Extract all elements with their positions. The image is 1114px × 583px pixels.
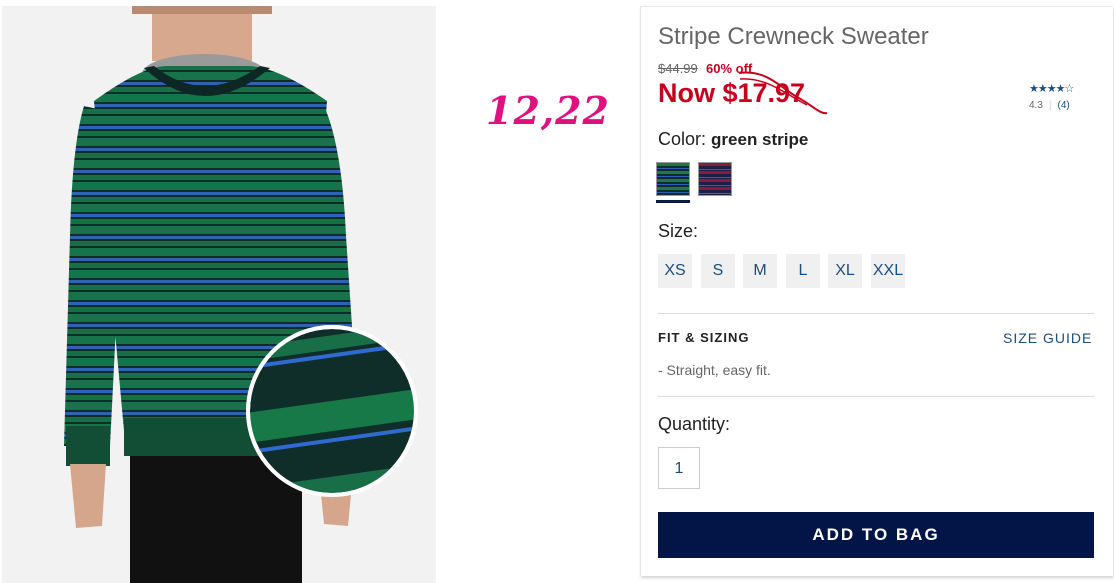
size-option-m[interactable]: M	[743, 254, 777, 288]
color-label-row: Color: green stripe	[658, 129, 808, 150]
size-option-l[interactable]: L	[786, 254, 820, 288]
fit-sizing-heading: FIT & SIZING	[658, 330, 750, 345]
product-image[interactable]	[2, 6, 436, 583]
rating-separator: |	[1048, 100, 1052, 111]
rating-summary[interactable]: 4.3 | (4)	[1029, 100, 1070, 111]
rating-stars-icon[interactable]: ★★★★☆	[1029, 82, 1074, 95]
size-option-s[interactable]: S	[701, 254, 735, 288]
add-to-bag-button[interactable]: ADD TO BAG	[658, 512, 1094, 558]
sweater-illustration	[64, 6, 418, 583]
divider	[658, 313, 1094, 314]
selected-color: green stripe	[711, 130, 809, 149]
swatch-green-stripe[interactable]	[656, 162, 690, 196]
quantity-label: Quantity:	[658, 414, 731, 434]
size-label: Size:	[658, 221, 699, 241]
divider	[658, 396, 1094, 397]
fit-description: - Straight, easy fit.	[658, 362, 771, 378]
original-price: $44.99	[658, 61, 698, 76]
rating-value: 4.3	[1029, 100, 1043, 111]
quantity-input[interactable]: 1	[658, 447, 700, 489]
selected-swatch-indicator	[656, 200, 690, 203]
review-count-link[interactable]: (4)	[1058, 100, 1070, 111]
size-option-xl[interactable]: XL	[828, 254, 862, 288]
product-title: Stripe Crewneck Sweater	[658, 23, 929, 50]
price-scribble-mark	[738, 71, 828, 115]
swatch-red-stripe[interactable]	[698, 162, 732, 196]
product-info-panel: Stripe Crewneck Sweater $44.99 60% off N…	[640, 6, 1113, 576]
size-guide-link[interactable]: SIZE GUIDE	[1003, 330, 1092, 346]
handwritten-note: 12,22	[486, 88, 610, 133]
color-label: Color:	[658, 129, 707, 149]
size-option-xxl[interactable]: XXL	[871, 254, 905, 288]
size-option-xs[interactable]: XS	[658, 254, 692, 288]
